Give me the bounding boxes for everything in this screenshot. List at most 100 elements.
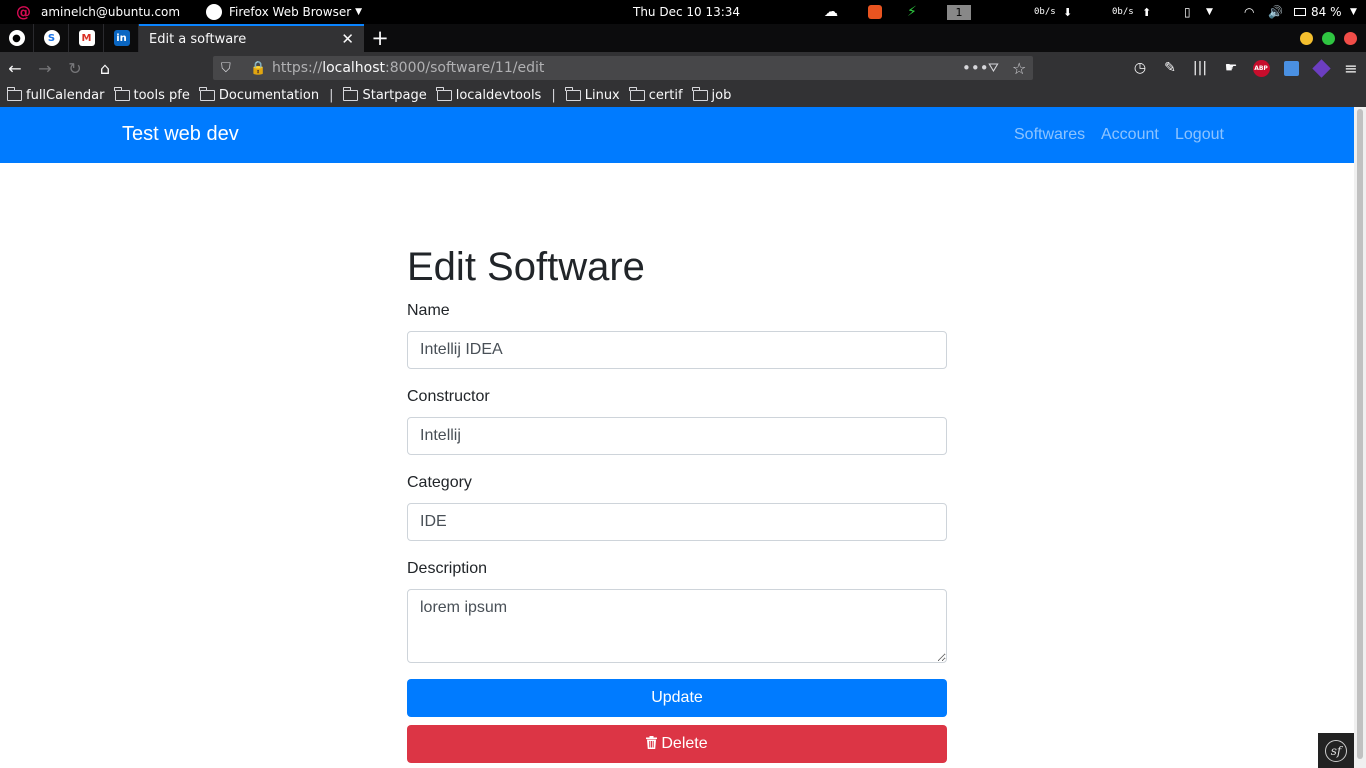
pinned-tab-linkedin[interactable]: in — [105, 24, 139, 52]
pocket-icon[interactable]: ⛛ — [988, 56, 999, 80]
folder-icon — [6, 87, 22, 101]
cloud-icon[interactable]: ☁ — [824, 0, 838, 24]
folder-icon — [199, 87, 215, 101]
site-navbar: Test web dev Softwares Account Logout — [0, 107, 1354, 163]
workspace-number: 1 — [947, 4, 971, 20]
arrow-down-icon: ⬇ — [1063, 5, 1073, 19]
bookmark-label: Linux — [584, 88, 620, 103]
gmail-icon: M — [78, 30, 95, 46]
adblock-icon[interactable]: ABP — [1250, 57, 1272, 79]
update-icon[interactable] — [868, 0, 882, 24]
library-icon[interactable]: ||| — [1189, 57, 1211, 79]
gnome-icon[interactable]: ☛ — [1220, 57, 1242, 79]
battery-status[interactable]: 84 % — [1294, 0, 1342, 24]
page-title: Edit Software — [407, 245, 645, 289]
shield-icon[interactable]: ⛉ — [221, 56, 231, 80]
debian-logo-icon[interactable]: @ — [16, 0, 31, 24]
folder-icon — [629, 87, 645, 101]
folder-icon — [565, 87, 581, 101]
battery-icon — [1294, 8, 1306, 16]
arrow-up-icon: ⬆ — [1142, 5, 1152, 19]
bookmark-fullcalendar[interactable]: fullCalendar — [6, 87, 105, 103]
maximize-button[interactable] — [1322, 32, 1335, 45]
bookmark-star-icon[interactable]: ☆ — [1012, 56, 1026, 80]
page-scrollbar[interactable] — [1354, 107, 1366, 768]
lock-icon[interactable]: 🔒 — [250, 56, 266, 80]
nav-link-softwares[interactable]: Softwares — [1014, 126, 1085, 144]
site-brand[interactable]: Test web dev — [122, 123, 239, 146]
nav-link-logout[interactable]: Logout — [1175, 126, 1224, 144]
power-icon[interactable]: ⚡ — [907, 0, 917, 24]
close-tab-icon[interactable]: ✕ — [341, 30, 354, 48]
linkedin-icon: in — [113, 30, 130, 46]
chevron-down-icon[interactable]: ▼ — [1350, 0, 1357, 24]
bookmark-label: tools pfe — [133, 88, 190, 103]
new-tab-button[interactable]: + — [369, 24, 391, 52]
reload-icon[interactable]: ↻ — [64, 57, 86, 79]
forward-arrow-icon[interactable]: → — [34, 57, 56, 79]
pinned-tab-s[interactable]: S — [35, 24, 69, 52]
bookmark-label: Startpage — [362, 88, 427, 103]
scrollbar-thumb[interactable] — [1357, 109, 1363, 759]
description-textarea[interactable]: lorem ipsum — [407, 589, 947, 663]
close-window-button[interactable] — [1344, 32, 1357, 45]
category-group: Category — [407, 471, 947, 541]
bookmark-separator: | — [329, 88, 334, 103]
workspace-indicator[interactable]: 1 — [947, 0, 971, 24]
bookmark-startpage[interactable]: Startpage — [342, 87, 427, 103]
bookmarks-bar: fullCalendar tools pfe Documentation | S… — [0, 84, 1366, 107]
folder-icon — [436, 87, 452, 101]
bookmark-documentation[interactable]: Documentation — [199, 87, 319, 103]
url-bar[interactable]: ⛉ 🔒 https://localhost:8000/software/11/e… — [213, 56, 1033, 80]
os-top-bar: @ aminelch@ubuntu.com Firefox Web Browse… — [0, 0, 1366, 24]
bookmark-localdevtools[interactable]: localdevtools — [436, 87, 542, 103]
page-content: Test web dev Softwares Account Logout Ed… — [0, 107, 1354, 768]
name-input[interactable] — [407, 331, 947, 369]
delete-button[interactable]: Delete — [407, 725, 947, 763]
os-clock[interactable]: Thu Dec 10 13:34 — [633, 0, 740, 24]
bookmark-job[interactable]: job — [692, 87, 731, 103]
edit-software-form: Edit Software Name Constructor Category … — [407, 243, 947, 763]
hamburger-menu-icon[interactable]: ≡ — [1340, 57, 1362, 79]
nav-link-account[interactable]: Account — [1101, 126, 1159, 144]
page-actions-icon[interactable]: ••• — [962, 56, 989, 80]
category-input[interactable] — [407, 503, 947, 541]
constructor-group: Constructor — [407, 385, 947, 455]
bookmark-linux[interactable]: Linux — [565, 87, 620, 103]
constructor-input[interactable] — [407, 417, 947, 455]
tab-edit-software[interactable]: Edit a software ✕ — [139, 24, 364, 52]
category-label: Category — [407, 474, 472, 491]
extension-icon[interactable] — [1310, 57, 1332, 79]
bookmark-label: fullCalendar — [26, 88, 105, 103]
volume-icon[interactable]: 🔊 — [1268, 0, 1283, 24]
url-text[interactable]: https://localhost:8000/software/11/edit — [272, 56, 544, 80]
clipboard-icon[interactable]: ▯ — [1184, 0, 1191, 24]
app-name-label: Firefox Web Browser — [229, 5, 352, 19]
minimize-button[interactable] — [1300, 32, 1313, 45]
bookmark-label: localdevtools — [455, 88, 542, 103]
delete-label: Delete — [661, 735, 708, 752]
bookmark-tools-pfe[interactable]: tools pfe — [114, 87, 190, 103]
s-logo-icon: S — [43, 30, 60, 46]
history-icon[interactable]: ◷ — [1129, 57, 1151, 79]
github-icon: ● — [8, 30, 25, 46]
url-path: :8000/software/11/edit — [385, 60, 545, 76]
os-user-label[interactable]: aminelch@ubuntu.com — [41, 0, 180, 24]
tab-title: Edit a software — [149, 31, 247, 47]
home-icon[interactable]: ⌂ — [94, 57, 116, 79]
tab-strip: ● S M in Edit a software ✕ + — [0, 24, 1366, 52]
adblock-label: ABP — [1252, 59, 1270, 77]
update-button[interactable]: Update — [407, 679, 947, 717]
bookmark-certif[interactable]: certif — [629, 87, 683, 103]
wifi-icon[interactable]: ◠ — [1244, 0, 1254, 24]
symfony-toolbar-toggle[interactable]: sf — [1318, 733, 1354, 768]
pinned-tab-github[interactable]: ● — [0, 24, 34, 52]
translate-icon[interactable] — [1280, 57, 1302, 79]
firefox-app-menu[interactable]: Firefox Web Browser ▼ — [206, 0, 362, 24]
back-arrow-icon[interactable]: ← — [4, 57, 26, 79]
folder-icon — [342, 87, 359, 101]
pinned-tab-gmail[interactable]: M — [70, 24, 104, 52]
chevron-down-icon[interactable]: ▼ — [1206, 0, 1213, 24]
wrench-icon[interactable]: ✎ — [1159, 57, 1181, 79]
battery-percent: 84 % — [1311, 5, 1342, 19]
